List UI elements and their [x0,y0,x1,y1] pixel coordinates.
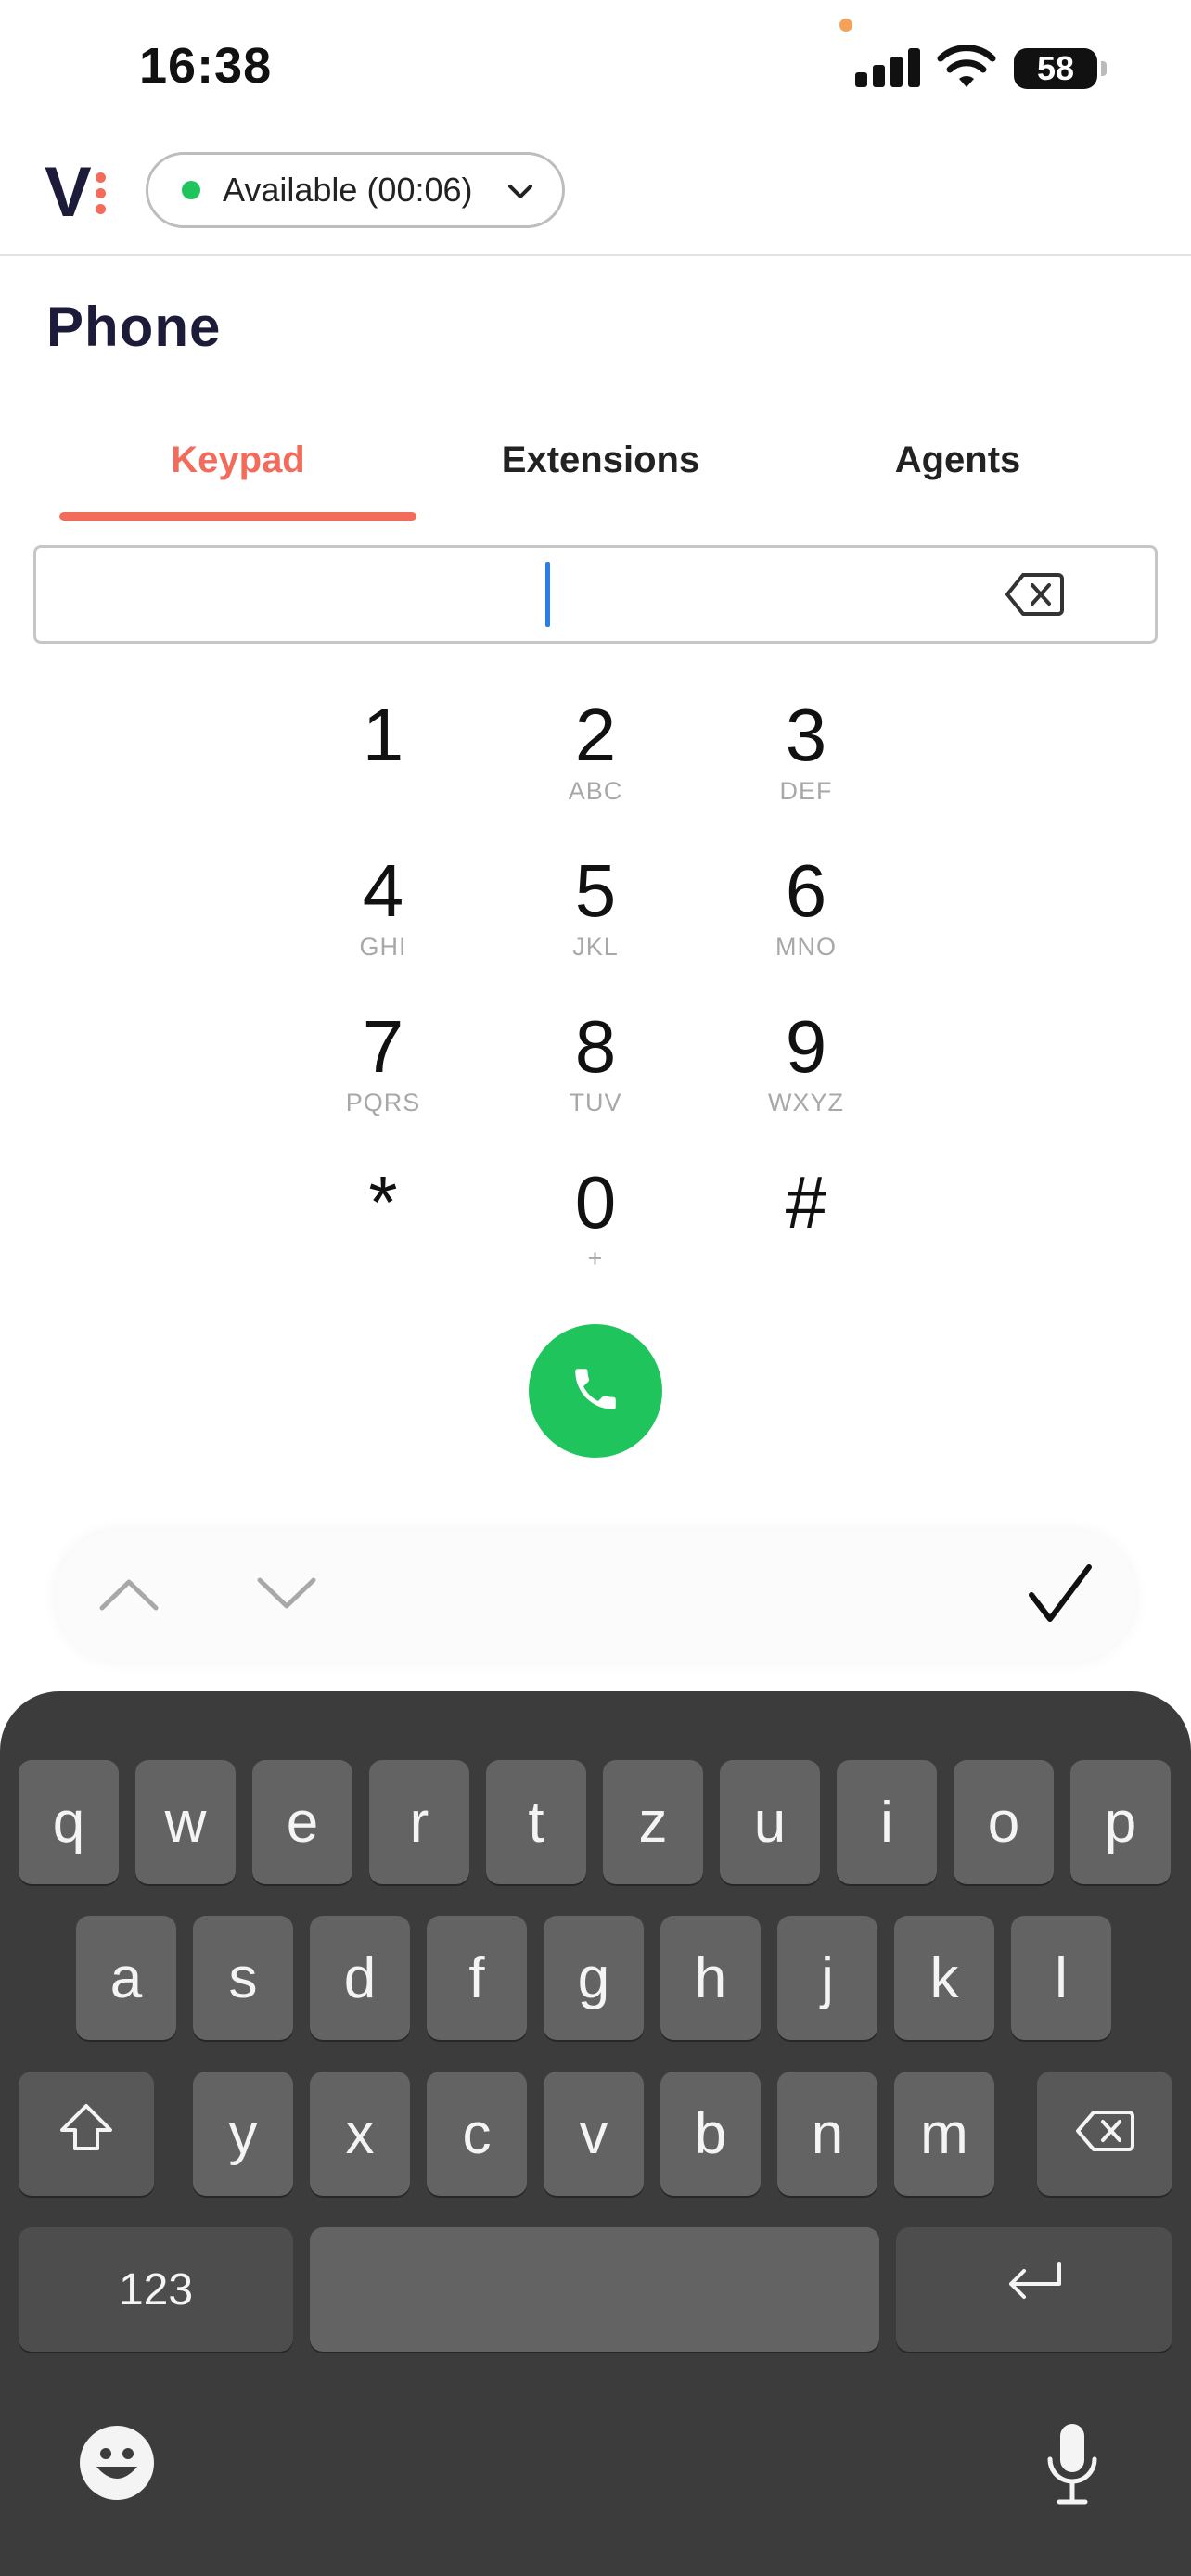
keypad-key-hash[interactable]: # [723,1161,890,1291]
return-key[interactable] [896,2227,1172,2352]
backspace-icon[interactable] [1005,571,1064,622]
key-z[interactable]: z [603,1760,703,1884]
key-l[interactable]: l [1011,1916,1111,2040]
keypad-key-5[interactable]: 5 JKL [512,849,679,979]
header-divider [0,254,1191,256]
key-y[interactable]: y [193,2072,293,2196]
privacy-indicator-dot [839,19,852,32]
chevron-down-icon [506,171,534,210]
delete-icon [1075,2101,1134,2167]
key-a[interactable]: a [76,1916,176,2040]
key-j[interactable]: j [777,1916,877,2040]
shift-icon [58,2101,115,2167]
key-w[interactable]: w [135,1760,236,1884]
keypad-key-4[interactable]: 4 GHI [300,849,467,979]
chevron-up-icon[interactable] [96,1571,161,1622]
delete-key[interactable] [1037,2072,1172,2196]
tab-extensions[interactable]: Extensions [422,440,779,481]
tab-keypad[interactable]: Keypad [59,440,416,481]
key-o[interactable]: o [954,1760,1054,1884]
keypad-key-1[interactable]: 1 [300,694,467,823]
emoji-icon[interactable] [78,2424,156,2506]
key-u[interactable]: u [720,1760,820,1884]
keypad-key-7[interactable]: 7 PQRS [300,1005,467,1135]
wifi-icon [937,45,996,94]
key-i[interactable]: i [837,1760,937,1884]
status-dot [182,181,200,199]
keypad-key-3[interactable]: 3 DEF [723,694,890,823]
keyboard-accessory-bar [56,1530,1135,1662]
shift-key[interactable] [19,2072,154,2196]
microphone-icon[interactable] [1044,2422,1100,2510]
key-m[interactable]: m [894,2072,994,2196]
key-d[interactable]: d [310,1916,410,2040]
text-caret [545,562,550,627]
key-g[interactable]: g [544,1916,644,2040]
key-t[interactable]: t [486,1760,586,1884]
signal-icon [855,45,922,87]
space-key[interactable] [310,2227,879,2352]
key-k[interactable]: k [894,1916,994,2040]
logo: V [45,156,106,230]
key-v[interactable]: v [544,2072,644,2196]
keypad-key-6[interactable]: 6 MNO [723,849,890,979]
page-title: Phone [46,296,222,358]
chevron-down-icon[interactable] [254,1571,319,1622]
status-time: 16:38 [139,38,273,94]
keypad-key-2[interactable]: 2 ABC [512,694,679,823]
keypad-key-8[interactable]: 8 TUV [512,1005,679,1135]
presence-status-dropdown[interactable]: Available (00:06) [146,152,565,228]
key-r[interactable]: r [369,1760,469,1884]
key-s[interactable]: s [193,1916,293,2040]
keypad-key-star[interactable]: * [300,1161,467,1291]
key-e[interactable]: e [252,1760,352,1884]
active-tab-indicator [59,512,416,521]
key-h[interactable]: h [660,1916,761,2040]
dial-number-input[interactable] [33,545,1158,644]
presence-label: Available (00:06) [223,171,473,209]
return-icon [1002,2258,1067,2321]
key-c[interactable]: c [427,2072,527,2196]
key-b[interactable]: b [660,2072,761,2196]
key-q[interactable]: q [19,1760,119,1884]
key-p[interactable]: p [1070,1760,1171,1884]
tab-agents[interactable]: Agents [779,440,1136,481]
key-n[interactable]: n [777,2072,877,2196]
keypad-key-0[interactable]: 0 + [512,1161,679,1291]
battery-icon: 58 [1014,48,1107,89]
phone-icon [569,1362,622,1421]
numbers-key[interactable]: 123 [19,2227,293,2352]
keypad-key-9[interactable]: 9 WXYZ [723,1005,890,1135]
checkmark-icon[interactable] [1026,1562,1095,1631]
key-x[interactable]: x [310,2072,410,2196]
call-button[interactable] [529,1324,662,1458]
key-f[interactable]: f [427,1916,527,2040]
